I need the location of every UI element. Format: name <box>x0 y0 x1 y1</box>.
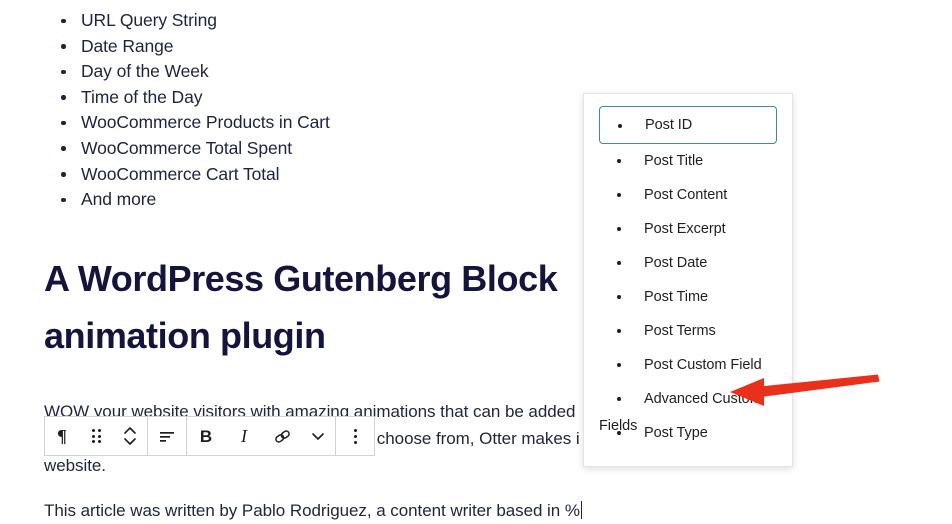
list-item: Time of the Day <box>44 85 604 111</box>
insert-link-button[interactable] <box>263 417 301 455</box>
list-item-label: WooCommerce Products in Cart <box>81 112 330 133</box>
list-item-label: Day of the Week <box>81 61 209 82</box>
body-paragraph-2-text: This article was written by Pablo Rodrig… <box>44 501 580 520</box>
align-left-icon <box>160 432 174 442</box>
dropdown-item-post-excerpt[interactable]: Post Excerpt <box>599 212 777 246</box>
more-formatting-button[interactable] <box>301 417 335 455</box>
article-content: URL Query String Date Range Day of the W… <box>44 8 604 520</box>
dropdown-item-label: Post Date <box>644 254 708 271</box>
bullet-icon <box>617 295 621 299</box>
paragraph-icon: ¶ <box>57 426 67 446</box>
list-item: WooCommerce Cart Total <box>44 162 604 188</box>
page-title: A WordPress Gutenberg Block animation pl… <box>44 258 558 356</box>
chevron-up-down-icon <box>124 427 136 445</box>
drag-handle-icon <box>91 429 101 443</box>
list-item: And more <box>44 187 604 213</box>
block-toolbar: ¶ B I <box>44 416 375 456</box>
italic-icon: I <box>241 426 247 446</box>
vertical-ellipsis-icon <box>353 428 357 444</box>
dropdown-item-label: Post Custom Field <box>644 356 762 373</box>
toolbar-group-options <box>336 417 374 455</box>
dropdown-item-post-time[interactable]: Post Time <box>599 280 777 314</box>
bullet-icon <box>61 95 66 100</box>
bullet-icon <box>617 227 621 231</box>
dropdown-item-post-content[interactable]: Post Content <box>599 178 777 212</box>
text-cursor <box>580 501 583 519</box>
list-item: Date Range <box>44 34 604 60</box>
move-updown-button[interactable] <box>113 417 147 455</box>
bullet-icon <box>617 397 621 401</box>
dropdown-item-label: Post ID <box>645 116 693 133</box>
drag-handle-button[interactable] <box>79 417 113 455</box>
dropdown-item-label: Post Terms <box>644 322 716 339</box>
bullet-icon <box>617 159 621 163</box>
bullet-icon <box>618 124 622 128</box>
bullet-icon <box>617 329 621 333</box>
block-options-button[interactable] <box>336 417 374 455</box>
list-item-label: WooCommerce Cart Total <box>81 163 280 184</box>
dropdown-item-label: Post Time <box>644 288 709 305</box>
italic-button[interactable]: I <box>225 417 263 455</box>
dynamic-value-dropdown: Post ID Post Title Post Content Post Exc… <box>583 93 793 467</box>
list-item-label: And more <box>81 189 157 210</box>
toolbar-group-format: B I <box>187 417 336 455</box>
dropdown-item-advanced-custom-fields[interactable]: Advanced Custom <box>599 382 777 416</box>
dropdown-item-label: Post Content <box>644 186 728 203</box>
dropdown-option-list: Post ID Post Title Post Content Post Exc… <box>584 106 792 450</box>
dropdown-item-post-id[interactable]: Post ID <box>599 106 777 144</box>
body-paragraph-2: This article was written by Pablo Rodrig… <box>44 497 600 524</box>
link-icon <box>274 429 290 443</box>
dropdown-item-label: Post Type <box>644 424 708 441</box>
dropdown-item-post-date[interactable]: Post Date <box>599 246 777 280</box>
dropdown-item-label: Advanced Custom <box>644 391 762 407</box>
bullet-icon <box>61 120 66 126</box>
list-item-label: WooCommerce Total Spent <box>81 137 293 158</box>
bullet-icon <box>61 197 66 203</box>
paragraph-block-type-button[interactable]: ¶ <box>45 417 79 455</box>
dropdown-item-post-custom-field[interactable]: Post Custom Field <box>599 348 777 382</box>
bold-button[interactable]: B <box>187 417 225 455</box>
dropdown-item-label: Post Title <box>644 152 704 169</box>
screenshot-canvas: URL Query String Date Range Day of the W… <box>0 0 952 524</box>
list-item-label: Time of the Day <box>81 86 203 107</box>
bullet-icon <box>61 44 66 49</box>
dropdown-item-post-terms[interactable]: Post Terms <box>599 314 777 348</box>
bullet-icon <box>61 146 66 151</box>
bullet-icon <box>617 363 621 367</box>
bullet-icon <box>61 18 66 23</box>
feature-list: URL Query String Date Range Day of the W… <box>44 8 604 213</box>
align-text-button[interactable] <box>148 417 186 455</box>
bullet-icon <box>61 69 66 75</box>
bold-icon: B <box>199 426 213 446</box>
dropdown-item-label: Post Excerpt <box>644 220 726 237</box>
list-item: WooCommerce Total Spent <box>44 136 604 162</box>
dropdown-item-post-title[interactable]: Post Title <box>599 144 777 178</box>
list-item-label: Date Range <box>81 35 174 56</box>
bullet-icon <box>617 193 621 197</box>
toolbar-group-block: ¶ <box>45 417 148 455</box>
list-item: Day of the Week <box>44 59 604 85</box>
list-item: WooCommerce Products in Cart <box>44 110 604 136</box>
bullet-icon <box>617 261 621 265</box>
dropdown-item-post-type[interactable]: Post Type <box>599 416 777 450</box>
bullet-icon <box>61 172 66 177</box>
chevron-down-icon <box>312 433 324 440</box>
bullet-icon <box>617 431 621 435</box>
list-item-label: URL Query String <box>81 10 217 30</box>
list-item: URL Query String <box>44 8 604 34</box>
toolbar-group-align <box>148 417 187 455</box>
